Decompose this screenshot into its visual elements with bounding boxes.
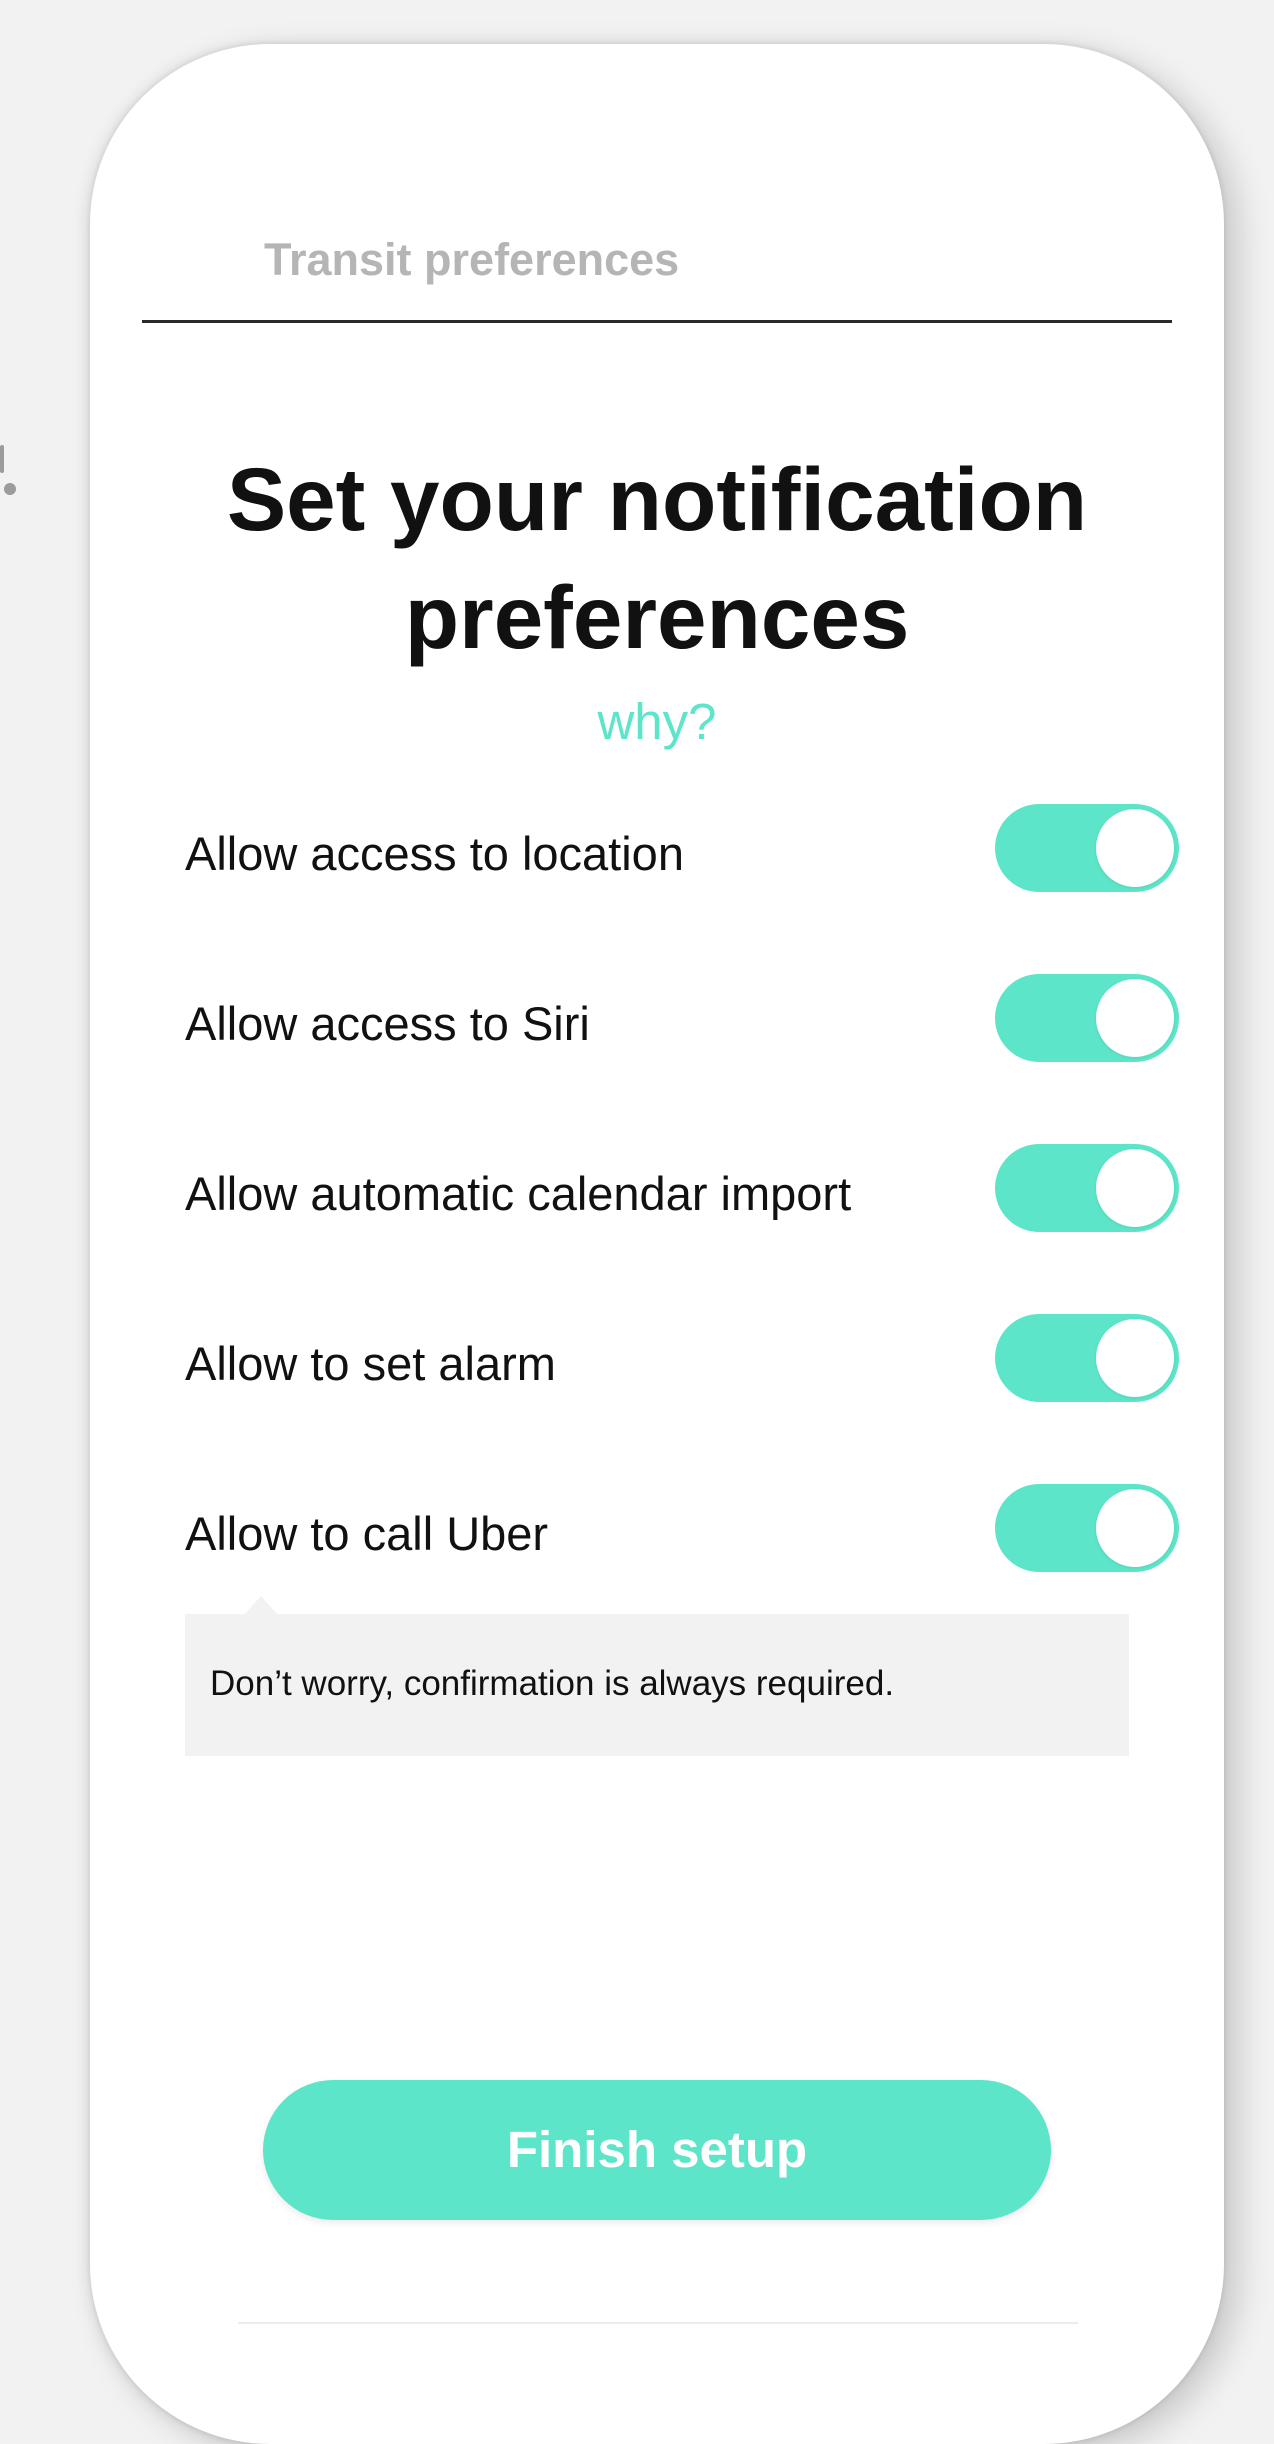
background-fragment-bar xyxy=(0,445,4,473)
pref-row-siri: Allow access to Siri xyxy=(185,974,1185,1074)
calendar-import-toggle[interactable] xyxy=(995,1144,1179,1232)
pref-row-location: Allow access to location xyxy=(185,804,1185,904)
toggle-knob xyxy=(1096,809,1174,887)
toggle-knob xyxy=(1096,1149,1174,1227)
nav-divider xyxy=(142,320,1172,323)
pref-label-calendar: Allow automatic calendar import xyxy=(185,1167,852,1220)
background-fragment xyxy=(0,445,18,505)
page-title-line-1: Set your notification xyxy=(226,449,1088,549)
finish-setup-button[interactable]: Finish setup xyxy=(263,2080,1051,2220)
phone-screen: Transit preferences Set your notificatio… xyxy=(90,44,1224,2444)
info-tooltip: Don’t worry, confirmation is always requ… xyxy=(185,1614,1129,1756)
pref-label-alarm: Allow to set alarm xyxy=(185,1337,556,1390)
pref-row-alarm: Allow to set alarm xyxy=(185,1314,1185,1414)
toggle-knob xyxy=(1096,1319,1174,1397)
info-pointer xyxy=(245,1596,277,1614)
pref-label-uber: Allow to call Uber xyxy=(185,1507,549,1560)
bottom-divider xyxy=(238,2322,1078,2324)
pref-label-siri: Allow access to Siri xyxy=(185,997,590,1050)
pref-row-uber: Allow to call Uber xyxy=(185,1484,1185,1584)
nav-title: Transit preferences xyxy=(264,234,680,285)
pref-row-calendar: Allow automatic calendar import xyxy=(185,1144,1185,1244)
toggle-knob xyxy=(1096,1489,1174,1567)
uber-toggle[interactable] xyxy=(995,1484,1179,1572)
pref-label-location: Allow access to location xyxy=(185,827,684,880)
background-fragment-dot xyxy=(4,483,16,495)
info-text: Don’t worry, confirmation is always requ… xyxy=(210,1664,895,1703)
page-title-line-2: preferences xyxy=(404,567,910,667)
why-link[interactable]: why? xyxy=(537,692,777,751)
alarm-toggle[interactable] xyxy=(995,1314,1179,1402)
siri-toggle[interactable] xyxy=(995,974,1179,1062)
location-toggle[interactable] xyxy=(995,804,1179,892)
toggle-knob xyxy=(1096,979,1174,1057)
